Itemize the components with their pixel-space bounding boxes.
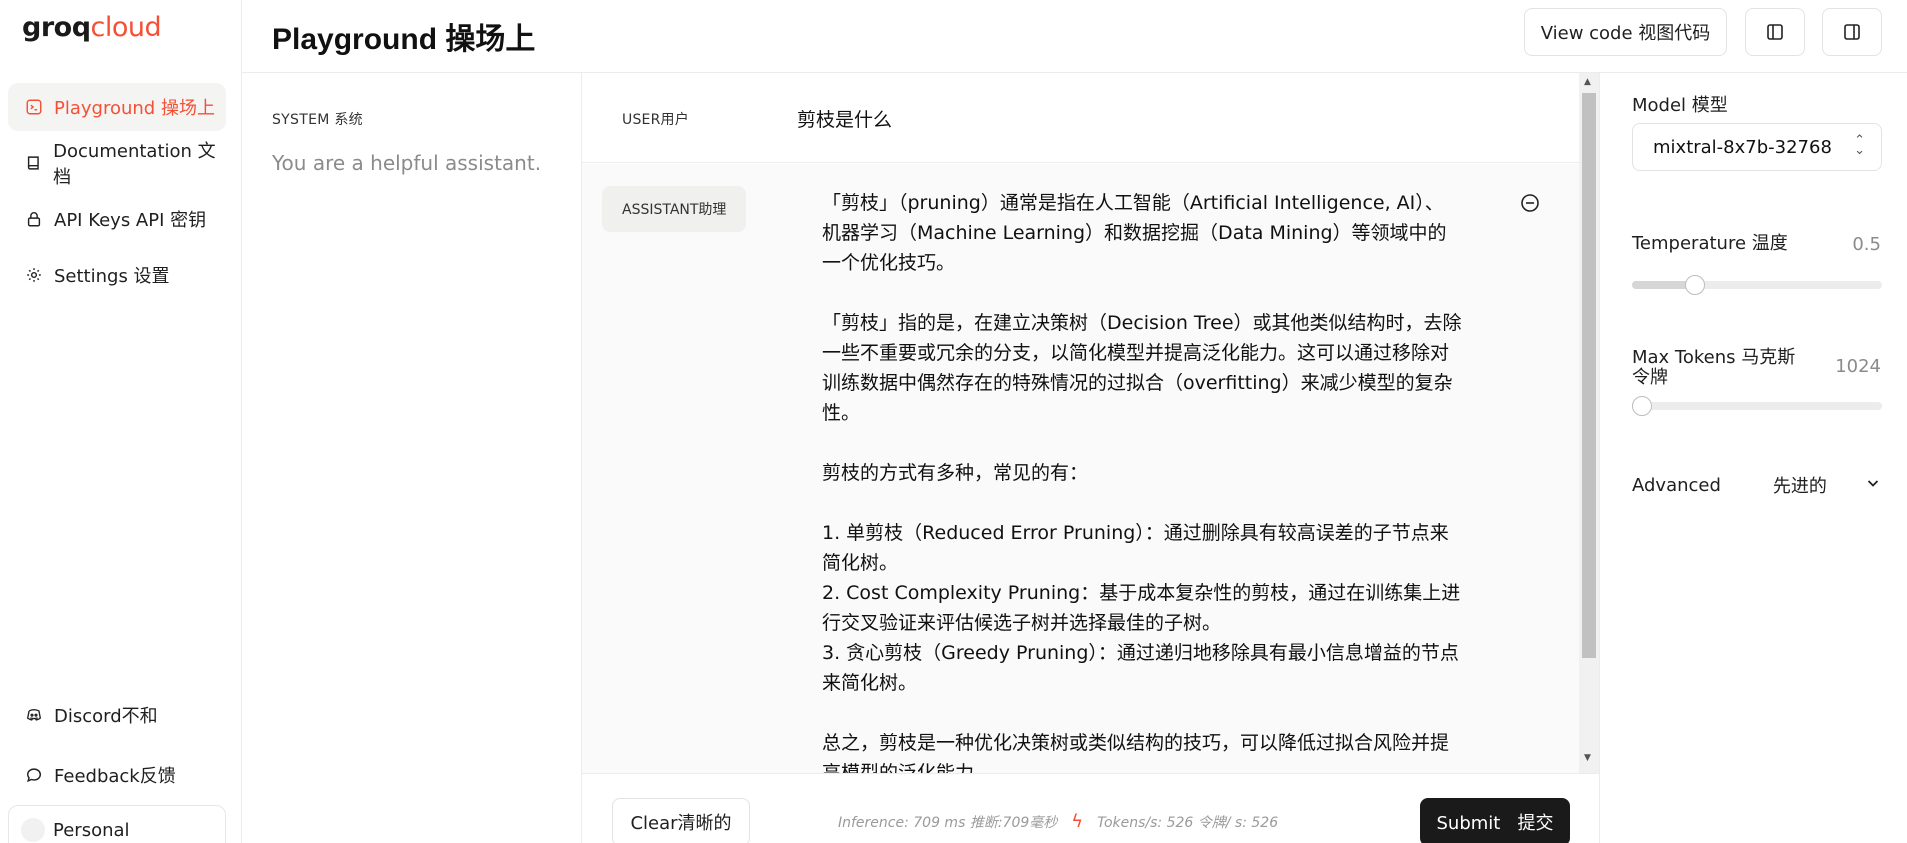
max-tokens-slider-thumb[interactable] [1632,396,1652,416]
scroll-thumb[interactable] [1582,93,1596,658]
logo-text-cloud: cloud [90,12,162,43]
toggle-left-panel-button[interactable] [1745,8,1805,56]
sidebar-item-feedback[interactable]: Feedback反馈 [8,753,226,797]
remove-message-icon[interactable] [1519,192,1541,214]
assistant-paragraph: 总之，剪枝是一种优化决策树或类似结构的技巧，可以降低过拟合风险并提高模型的泛化能… [822,732,1450,773]
max-tokens-slider[interactable] [1632,396,1882,416]
system-prompt-input[interactable]: You are a helpful assistant. [272,151,541,175]
lightning-icon: ϟ [1071,811,1084,832]
sidebar-item-discord[interactable]: Discord不和 [8,693,226,737]
max-tokens-label-line-2: 令牌 [1632,367,1668,388]
advanced-label-cn: 先进的 [1772,476,1827,497]
sidebar-item-label: Discord不和 [54,706,158,727]
model-label: Model 模型 [1632,95,1728,116]
sidebar-item-api-keys[interactable]: API Keys API 密钥 [8,195,226,243]
submit-button-label: Submit 提交 [1436,813,1554,834]
left-panel-icon [1767,24,1783,40]
chevron-down-icon [1867,480,1879,487]
inference-stats: Inference: 709 ms 推断:709毫秒 ϟ Tokens/s: 5… [838,811,1278,832]
page-title: Playground 操场上 [272,23,536,56]
groqcloud-logo[interactable]: groqcloud [22,12,162,43]
tokens-per-second: Tokens/s: 526 令牌/ s: 526 [1097,814,1279,831]
chevron-up-down-icon: ⌃ ⌄ [1854,133,1865,158]
terminal-icon [24,97,44,117]
chat-panel: USER用户 剪枝是什么 ASSISTANT助理 「剪枝」（pruning）通常… [582,73,1581,773]
assistant-paragraph: 1. 单剪枝（Reduced Error Pruning）：通过删除具有较高误差… [822,522,1461,694]
scroll-up-arrow-icon[interactable]: ▲ [1584,77,1591,87]
assistant-message[interactable]: 「剪枝」（pruning）通常是指在人工智能（Artificial Intell… [822,188,1462,773]
sidebar-item-label: Settings 设置 [54,266,170,287]
system-panel: SYSTEM 系统 You are a helpful assistant. [242,73,582,843]
submit-button[interactable]: Submit 提交 [1420,798,1570,843]
book-icon [24,153,43,173]
model-select[interactable]: mixtral-8x7b-32768 ⌃ ⌄ [1632,123,1882,171]
assistant-paragraph: 「剪枝」指的是，在建立决策树（Decision Tree）或其他类似结构时，去除… [822,312,1462,424]
chat-bubble-icon [24,765,44,785]
max-tokens-label-line-1: Max Tokens 马克斯 [1632,347,1796,368]
discord-icon [24,705,44,725]
toggle-right-panel-button[interactable] [1822,8,1882,56]
sidebar: groqcloud Playground 操场上 Documentation 文… [0,0,242,843]
settings-panel: Model 模型 mixtral-8x7b-32768 ⌃ ⌄ Temperatu… [1599,73,1907,843]
account-switcher[interactable]: Personal [8,805,226,843]
max-tokens-value[interactable]: 1024 [1835,356,1881,377]
user-message[interactable]: 剪枝是什么 [797,105,892,132]
sidebar-item-documentation[interactable]: Documentation 文档 [8,139,226,188]
user-message-row: USER用户 剪枝是什么 [582,73,1581,163]
assistant-role-tag[interactable]: ASSISTANT助理 [602,186,747,232]
view-code-button[interactable]: View code 视图代码 [1524,8,1727,56]
avatar [21,818,45,842]
temperature-label: Temperature 温度 [1632,233,1788,254]
max-tokens-label: Max Tokens 马克斯 令牌 [1632,348,1795,388]
right-panel-icon [1844,24,1860,40]
assistant-message-row: ASSISTANT助理 「剪枝」（pruning）通常是指在人工智能（Artif… [582,164,1581,773]
gear-icon [24,265,44,285]
model-select-value: mixtral-8x7b-32768 [1653,136,1832,158]
lock-icon [24,209,44,229]
user-role-tag[interactable]: USER用户 [622,109,689,129]
account-name: Personal [53,819,130,841]
temperature-slider[interactable] [1632,275,1882,295]
advanced-label: Advanced [1632,474,1721,496]
advanced-toggle[interactable]: Advanced 先进的 [1632,470,1882,500]
logo-text-groq: groq [22,12,91,43]
sidebar-item-playground[interactable]: Playground 操场上 [8,83,226,131]
scroll-down-arrow-icon[interactable]: ▼ [1584,753,1591,763]
assistant-paragraph: 剪枝的方式有多种，常见的有： [822,462,1089,484]
sidebar-item-label: Documentation 文档 [53,141,216,188]
temperature-value[interactable]: 0.5 [1852,234,1881,255]
sidebar-item-label: Playground 操场上 [54,98,215,119]
temperature-slider-thumb[interactable] [1684,275,1705,295]
sidebar-item-settings[interactable]: Settings 设置 [8,251,226,299]
sidebar-item-label: API Keys API 密钥 [54,210,207,231]
header: Playground 操场上 View code 视图代码 [242,0,1907,73]
sidebar-item-label: Feedback反馈 [54,766,176,787]
system-label: SYSTEM 系统 [272,112,363,128]
chat-scrollbar[interactable]: ▲ ▼ [1579,73,1599,773]
clear-button[interactable]: Clear清晰的 [612,798,750,843]
inference-time: Inference: 709 ms 推断:709毫秒 [838,814,1058,831]
chat-footer: Clear清晰的 Inference: 709 ms 推断:709毫秒 ϟ To… [582,773,1599,843]
assistant-paragraph: 「剪枝」（pruning）通常是指在人工智能（Artificial Intell… [822,192,1447,274]
